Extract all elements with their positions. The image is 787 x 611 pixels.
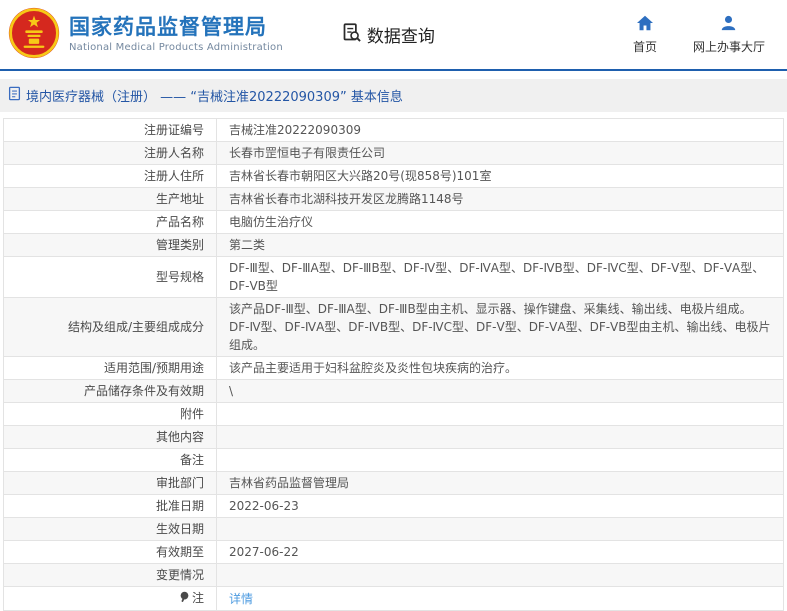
table-row: 结构及组成/主要组成成分 该产品DF-Ⅲ型、DF-ⅢA型、DF-ⅢB型由主机、显… [3,297,784,357]
table-row: 生效日期 [3,517,784,541]
breadcrumb-text: 境内医疗器械（注册） —— “吉械注准20222090309” 基本信息 [26,90,403,105]
table-row: 注 详情 [3,586,784,611]
row-label: 注册人名称 [143,146,204,160]
nav-item-label: 首页 [632,39,657,54]
table-row: 产品储存条件及有效期 \ [3,379,784,403]
table-row: 产品名称 电脑仿生治疗仪 [3,210,784,234]
registration-info: 注册证编号 吉械注准20222090309 注册人名称 长春市罡恒电子有限责任公… [3,118,784,611]
row-value [216,448,784,472]
agency-title-block: 国家药品监督管理局 National Medical Products Admi… [69,14,283,54]
table-row: 其他内容 [3,425,784,449]
row-value: 该产品主要适用于妇科盆腔炎及炎性包块疾病的治疗。 [216,356,784,380]
row-label: 其他内容 [155,430,204,444]
row-value: 第二类 [216,233,784,257]
row-label: 审批部门 [155,476,204,490]
row-label: 结构及组成/主要组成成分 [67,320,204,334]
table-row: 生产地址 吉林省长春市北湖科技开发区龙腾路1148号 [3,187,784,211]
table-row: 有效期至 2027-06-22 [3,540,784,564]
row-label: 注 [191,591,204,605]
row-label: 适用范围/预期用途 [103,361,204,375]
table-row: 变更情况 [3,563,784,587]
row-value: 详情 [216,586,784,611]
row-value: 长春市罡恒电子有限责任公司 [216,141,784,165]
table-row: 附件 [3,402,784,426]
table-row: 适用范围/预期用途 该产品主要适用于妇科盆腔炎及炎性包块疾病的治疗。 [3,356,784,380]
row-label: 生产地址 [155,192,204,206]
row-label: 生效日期 [155,522,204,536]
pin-icon [179,590,190,608]
agency-subtitle: National Medical Products Administration [69,42,283,54]
row-value [216,402,784,426]
row-value: 该产品DF-Ⅲ型、DF-ⅢA型、DF-ⅢB型由主机、显示器、操作键盘、采集线、输… [216,297,784,357]
table-row: 注册人住所 吉林省长春市朝阳区大兴路20号(现858号)101室 [3,164,784,188]
data-query-section[interactable]: 数据查询 [341,22,435,48]
row-value: 电脑仿生治疗仪 [216,210,784,234]
site-header: 国家药品监督管理局 National Medical Products Admi… [0,0,787,71]
agency-title: 国家药品监督管理局 [69,14,267,39]
table-row: 型号规格 DF-Ⅲ型、DF-ⅢA型、DF-ⅢB型、DF-Ⅳ型、DF-ⅣA型、DF… [3,256,784,298]
row-label: 批准日期 [155,499,204,513]
row-label: 附件 [179,407,204,421]
row-label: 备注 [179,453,204,467]
row-value [216,425,784,449]
table-row: 批准日期 2022-06-23 [3,494,784,518]
logo-block: 国家药品监督管理局 National Medical Products Admi… [8,7,283,63]
row-value: 2027-06-22 [216,540,784,564]
row-value [216,563,784,587]
nav-item-home[interactable]: 首页 [633,15,657,55]
row-label: 产品储存条件及有效期 [83,384,204,398]
breadcrumb: 境内医疗器械（注册） —— “吉械注准20222090309” 基本信息 [0,79,787,112]
table-row: 管理类别 第二类 [3,233,784,257]
table-row: 注册人名称 长春市罡恒电子有限责任公司 [3,141,784,165]
row-label: 产品名称 [155,215,204,229]
table-row: 备注 [3,448,784,472]
page-icon [8,86,21,105]
row-label: 变更情况 [155,568,204,582]
row-label: 管理类别 [155,238,204,252]
row-label: 注册证编号 [143,123,204,137]
row-value [216,517,784,541]
home-icon [636,15,654,34]
national-emblem-icon [8,7,60,63]
detail-link[interactable]: 详情 [229,592,253,606]
row-value: 吉械注准20222090309 [216,118,784,142]
row-label: 有效期至 [155,545,204,559]
user-icon [720,15,737,34]
data-query-label: 数据查询 [366,27,435,47]
row-value: 吉林省长春市朝阳区大兴路20号(现858号)101室 [216,164,784,188]
document-search-icon [341,22,362,48]
row-value: 2022-06-23 [216,494,784,518]
nav-item-service-hall[interactable]: 网上办事大厅 [693,15,765,55]
row-value: 吉林省长春市北湖科技开发区龙腾路1148号 [216,187,784,211]
row-value: \ [216,379,784,403]
table-row: 注册证编号 吉械注准20222090309 [3,118,784,142]
row-value: DF-Ⅲ型、DF-ⅢA型、DF-ⅢB型、DF-Ⅳ型、DF-ⅣA型、DF-ⅣB型、… [216,256,784,298]
row-label: 型号规格 [155,270,204,284]
header-nav: 首页 网上办事大厅 [633,15,765,55]
nav-item-label: 网上办事大厅 [692,39,765,54]
table-row: 审批部门 吉林省药品监督管理局 [3,471,784,495]
row-label: 注册人住所 [143,169,204,183]
row-value: 吉林省药品监督管理局 [216,471,784,495]
info-table-body: 注册证编号 吉械注准20222090309 注册人名称 长春市罡恒电子有限责任公… [3,118,784,611]
info-table: 注册证编号 吉械注准20222090309 注册人名称 长春市罡恒电子有限责任公… [3,118,784,611]
